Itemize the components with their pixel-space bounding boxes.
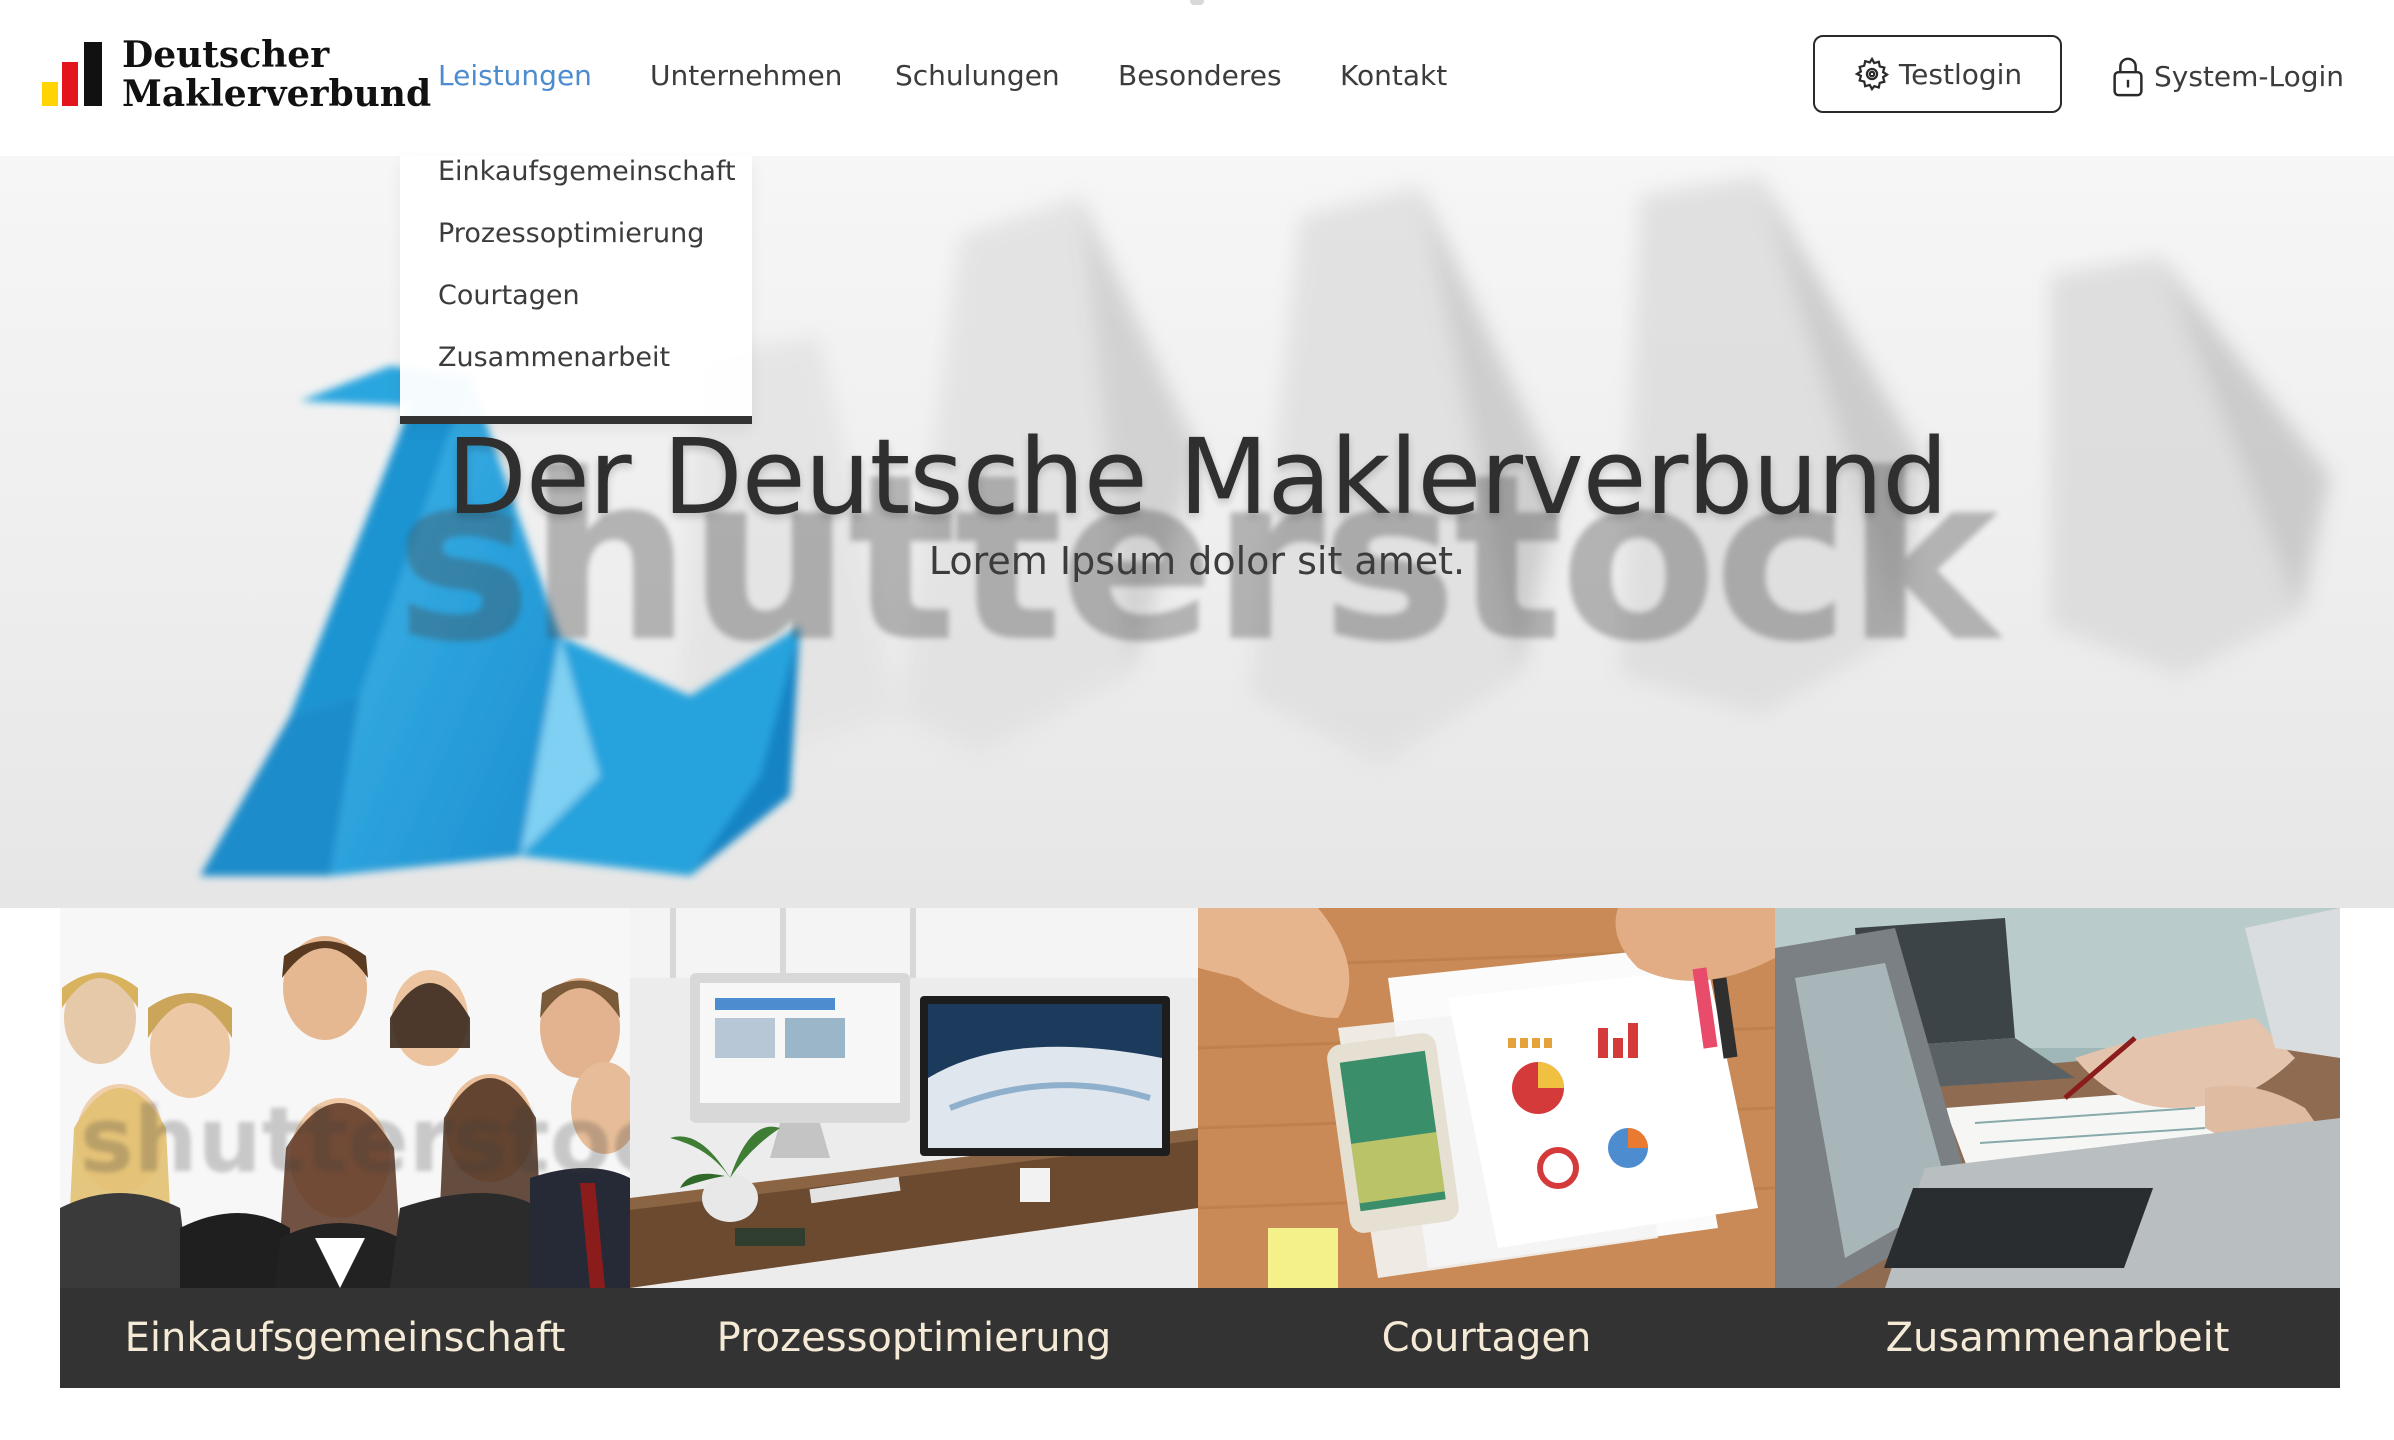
nav-besonderes[interactable]: Besonderes [1118, 56, 1282, 96]
logo-line-2: Maklerverbund [122, 73, 432, 115]
hero-banner: shutterstock Der Deutsche Maklerverbund … [0, 156, 2394, 908]
gear-icon [1853, 55, 1891, 93]
nav-leistungen[interactable]: Leistungen [438, 56, 592, 96]
testlogin-button[interactable]: Testlogin [1813, 35, 2062, 113]
nav-kontakt[interactable]: Kontakt [1340, 56, 1447, 96]
logo-line-1: Deutscher [122, 34, 330, 76]
hero-subtitle: Lorem Ipsum dolor sit amet. [928, 539, 1466, 583]
logo[interactable]: Deutscher Maklerverbund [40, 36, 431, 122]
leistungen-dropdown: Einkaufsgemeinschaft Prozessoptimierung … [400, 156, 752, 424]
testlogin-label: Testlogin [1898, 57, 2023, 91]
desk-photo-image [630, 908, 1198, 1288]
dropdown-item-prozessoptimierung[interactable]: Prozessoptimierung [438, 218, 704, 249]
card-caption: Prozessoptimierung [630, 1288, 1198, 1388]
logo-wordmark: Deutscher Maklerverbund [122, 36, 431, 114]
card-watermark: shutterstock [80, 1088, 630, 1193]
dropdown-bottom-bar [400, 416, 752, 424]
window-handle [1190, 0, 1204, 5]
system-login-link[interactable]: System-Login [2110, 52, 2344, 100]
card-caption: Einkaufsgemeinschaft [60, 1288, 630, 1388]
dropdown-item-zusammenarbeit[interactable]: Zusammenarbeit [438, 342, 670, 373]
card-courtagen[interactable]: Courtagen [1198, 908, 1775, 1388]
system-login-label: System-Login [2154, 59, 2345, 93]
nav-unternehmen[interactable]: Unternehmen [650, 56, 842, 96]
card-caption: Courtagen [1198, 1288, 1775, 1388]
dropdown-item-einkaufsgemeinschaft[interactable]: Einkaufsgemeinschaft [438, 156, 736, 187]
card-einkaufsgemeinschaft[interactable]: shutterstock Einkaufsgemeinschaft [60, 908, 630, 1388]
lock-icon [2110, 55, 2146, 97]
card-zusammenarbeit[interactable]: Zusammenarbeit [1775, 908, 2340, 1388]
nav-schulungen[interactable]: Schulungen [895, 56, 1060, 96]
card-caption: Zusammenarbeit [1775, 1288, 2340, 1388]
dropdown-item-courtagen[interactable]: Courtagen [438, 280, 580, 311]
site-header: Deutscher Maklerverbund Leistungen Unter… [0, 0, 2394, 156]
logo-bars-icon [40, 36, 108, 110]
hero-title: Der Deutsche Maklerverbund [446, 416, 1948, 538]
laptop-photo-image [1775, 908, 2340, 1288]
card-prozessoptimierung[interactable]: Prozessoptimierung [630, 908, 1198, 1388]
charts-photo-image [1198, 908, 1775, 1288]
